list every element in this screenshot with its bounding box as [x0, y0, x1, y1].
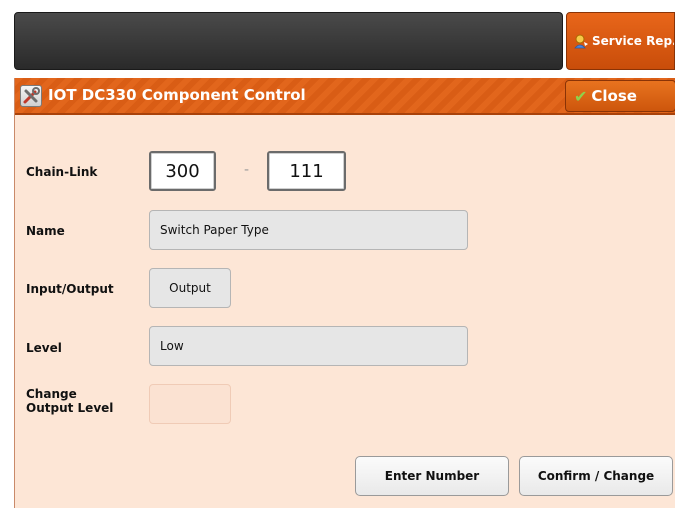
- service-rep-icon: [573, 33, 589, 49]
- message-area: [14, 12, 563, 70]
- top-status-bar: Service Rep.: [0, 0, 675, 76]
- close-button[interactable]: ✔ Close: [565, 80, 675, 112]
- change-label-line2: Output Level: [26, 401, 114, 415]
- input-output-label: Input/Output: [26, 282, 114, 296]
- component-control-dialog: IOT DC330 Component Control ✔ Close Chai…: [14, 78, 675, 508]
- change-label-line1: Change: [26, 387, 77, 401]
- tools-icon: [20, 85, 42, 107]
- confirm-change-button[interactable]: Confirm / Change: [519, 456, 673, 496]
- enter-number-button[interactable]: Enter Number: [355, 456, 509, 496]
- chain-link-separator: -: [244, 162, 250, 178]
- name-label: Name: [26, 224, 65, 238]
- close-label: Close: [591, 87, 637, 105]
- level-field: Low: [149, 326, 468, 366]
- input-output-field: Output: [149, 268, 231, 308]
- checkmark-icon: ✔: [574, 86, 588, 106]
- dialog-title: IOT DC330 Component Control: [48, 86, 306, 104]
- name-field: Switch Paper Type: [149, 210, 468, 250]
- level-label: Level: [26, 341, 62, 355]
- dialog-title-bar: IOT DC330 Component Control ✔ Close: [15, 78, 675, 115]
- chain-link-label: Chain-Link: [26, 165, 98, 179]
- change-output-level-label: Change Output Level: [26, 387, 113, 415]
- service-rep-label: Service Rep.: [592, 34, 675, 48]
- change-output-level-field: [149, 384, 231, 424]
- chain-number-field[interactable]: 300: [149, 151, 216, 191]
- link-number-field[interactable]: 111: [267, 151, 346, 191]
- service-rep-button[interactable]: Service Rep.: [566, 12, 675, 70]
